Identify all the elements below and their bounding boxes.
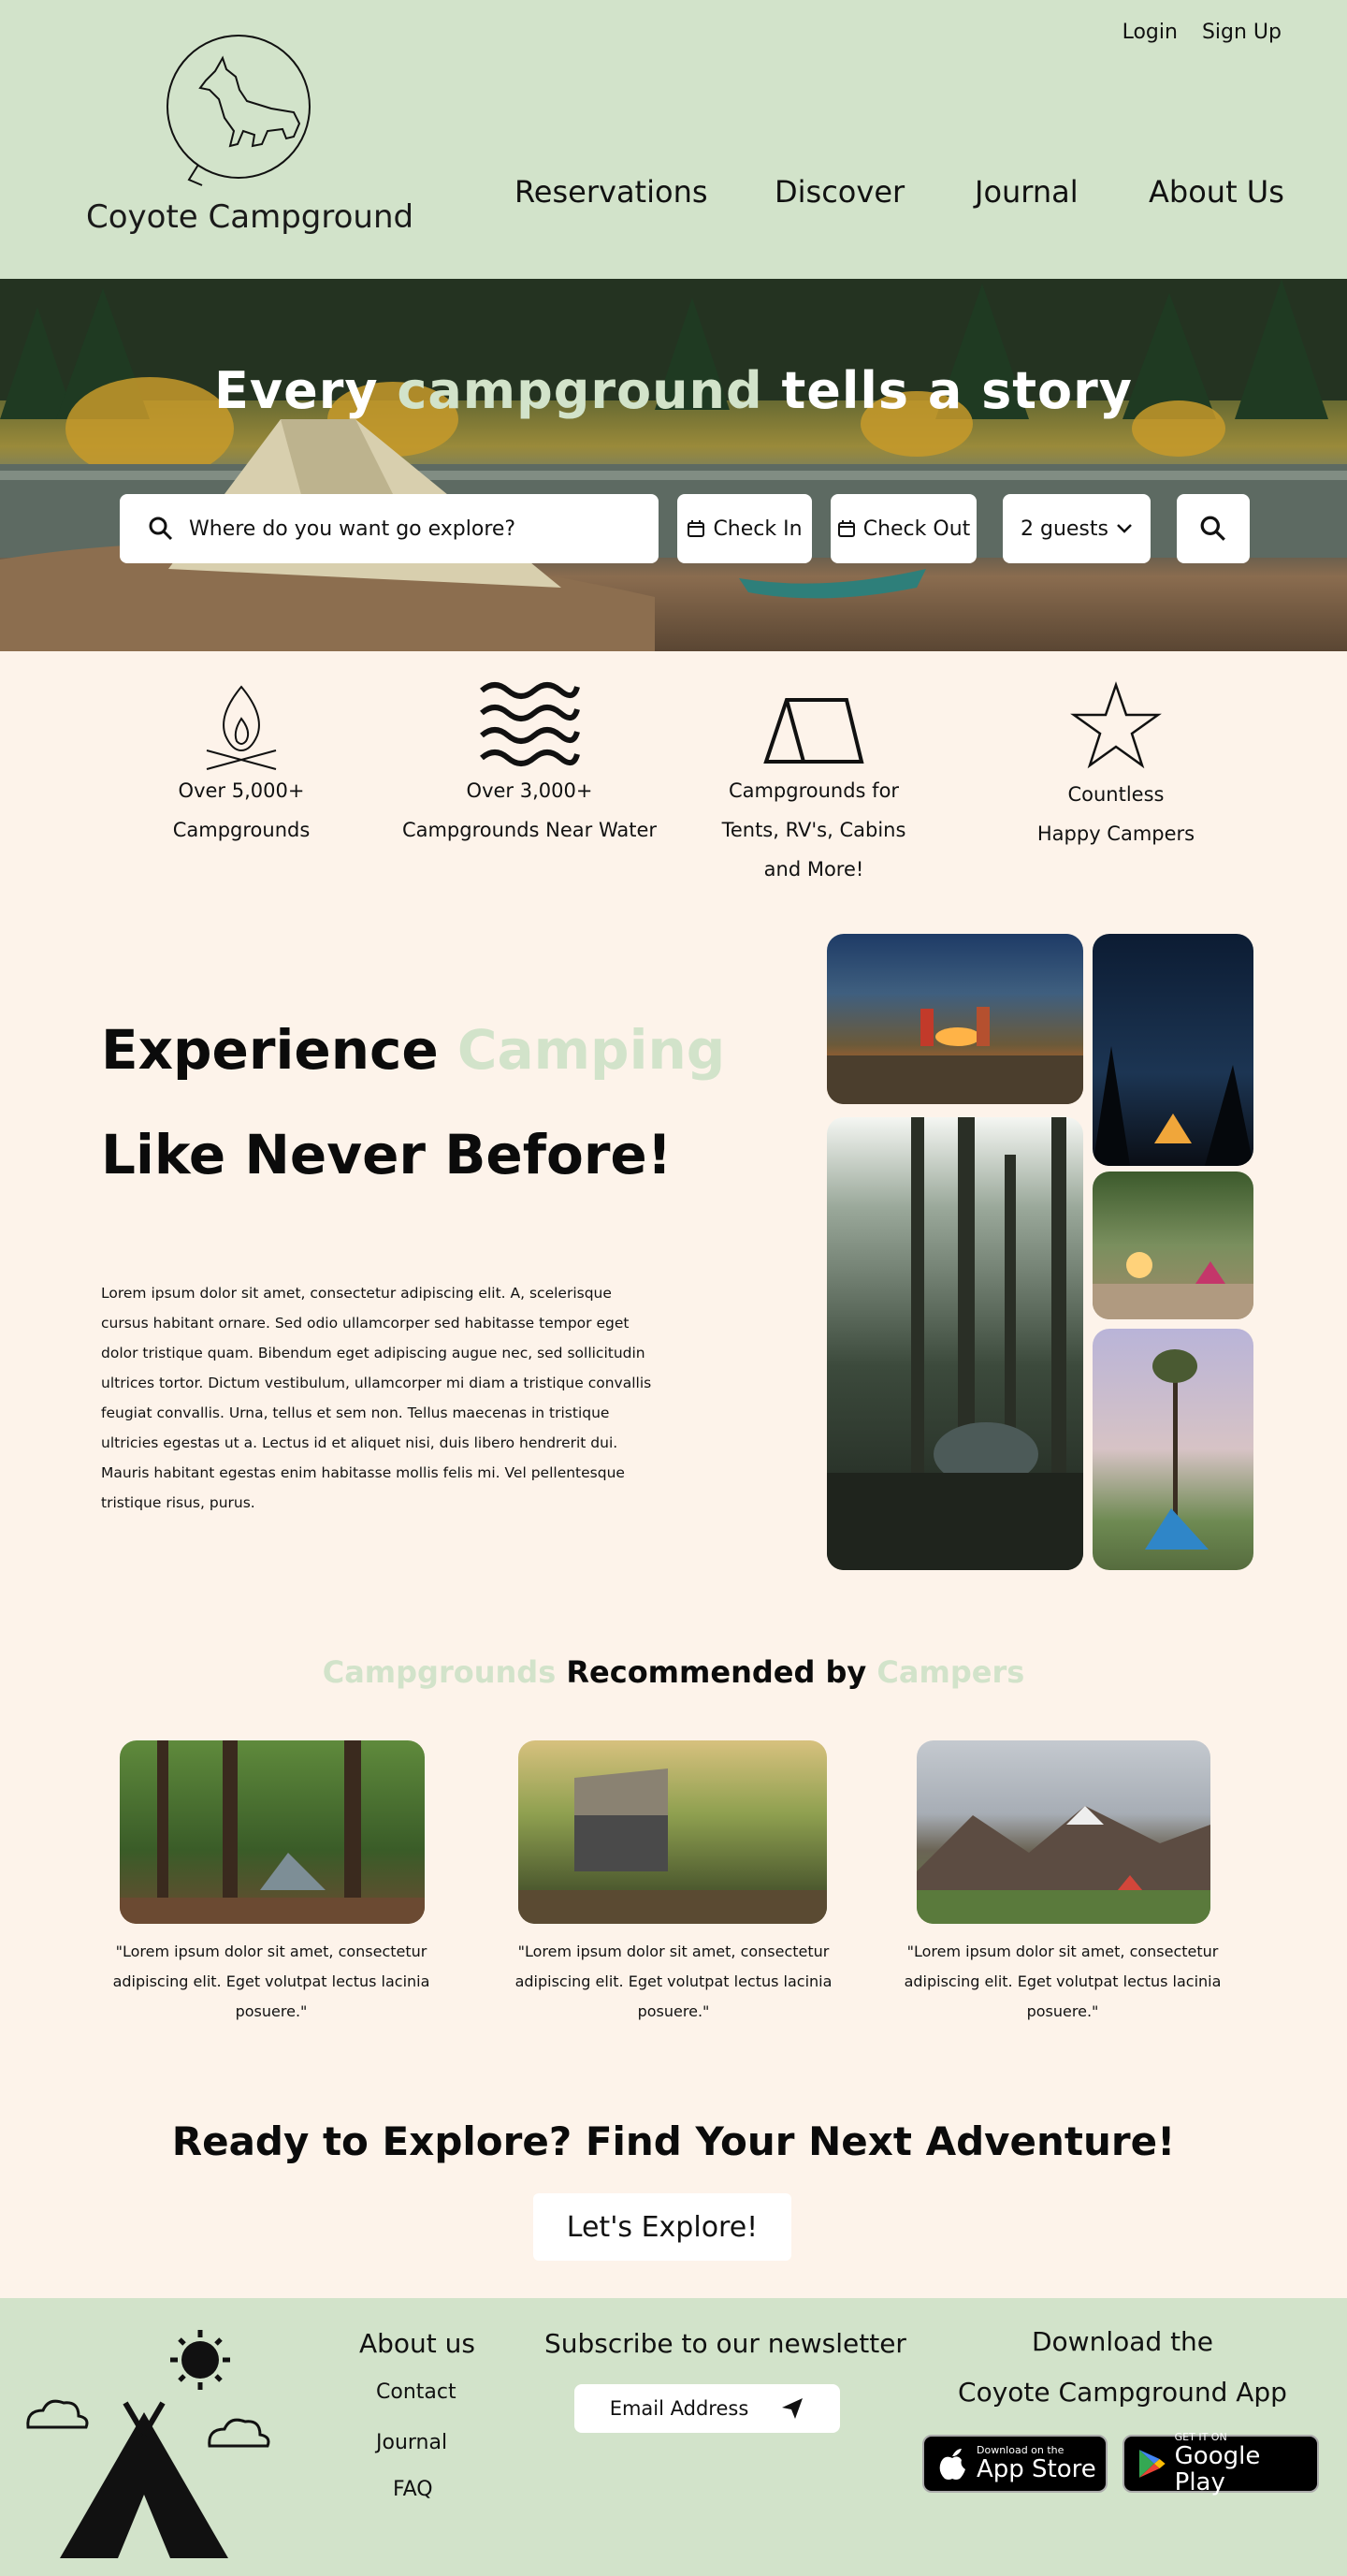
feature-campgrounds: Over 5,000+ Campgrounds bbox=[150, 677, 333, 850]
footer-link-faq[interactable]: FAQ bbox=[393, 2478, 433, 2501]
nav-reservations[interactable]: Reservations bbox=[514, 174, 708, 210]
feature-happy-campers: Countless Happy Campers bbox=[1020, 681, 1212, 853]
feature-line1: Over 3,000+ bbox=[466, 779, 593, 802]
google-play-button[interactable]: GET IT ON Google Play bbox=[1122, 2432, 1319, 2496]
experience-title-accent: Camping bbox=[456, 1018, 726, 1082]
star-icon bbox=[1070, 681, 1162, 769]
recommended-quote: "Lorem ipsum dolor sit amet, consectetur… bbox=[112, 1943, 430, 2020]
hero-title-part1: Every bbox=[214, 361, 398, 420]
feature-line2: Campgrounds Near Water bbox=[401, 819, 658, 841]
feature-line2: Campgrounds bbox=[172, 819, 311, 841]
check-out-label: Check Out bbox=[862, 517, 971, 541]
search-icon bbox=[1200, 516, 1225, 541]
email-placeholder: Email Address bbox=[609, 2397, 749, 2420]
guests-label: 2 guests bbox=[1021, 517, 1108, 541]
check-in-label: Check In bbox=[713, 517, 803, 541]
google-play-icon bbox=[1138, 2450, 1166, 2478]
gallery-photo-campfire bbox=[827, 934, 1083, 1104]
calendar-icon bbox=[837, 520, 855, 537]
recommended-photo-mountains[interactable] bbox=[917, 1740, 1210, 1924]
feature-line2: Tents, RV's, Cabins bbox=[721, 819, 906, 841]
nav-discover[interactable]: Discover bbox=[775, 174, 905, 210]
footer-about-heading: About us bbox=[359, 2328, 476, 2359]
brand-name[interactable]: Coyote Campground bbox=[86, 198, 413, 236]
recommended-photo-rooftop-tent[interactable] bbox=[518, 1740, 827, 1924]
google-play-text: GET IT ON Google Play bbox=[1175, 2432, 1317, 2496]
gallery-photo-night-tent bbox=[1093, 934, 1253, 1166]
feature-line2: Happy Campers bbox=[1036, 822, 1195, 845]
hero-title-accent: campground bbox=[397, 361, 763, 420]
experience-subtitle: Like Never Before! bbox=[101, 1123, 673, 1186]
check-out-button[interactable]: Check Out bbox=[831, 494, 977, 563]
send-icon[interactable] bbox=[780, 2396, 804, 2421]
recommended-title-mid: Recommended by bbox=[556, 1654, 877, 1690]
nav-about-us[interactable]: About Us bbox=[1149, 174, 1284, 210]
check-in-button[interactable]: Check In bbox=[677, 494, 812, 563]
download-line1: Download the bbox=[1031, 2326, 1214, 2357]
experience-title: Experience Camping bbox=[101, 1018, 725, 1082]
cta-title: Ready to Explore? Find Your Next Adventu… bbox=[171, 2118, 1176, 2164]
signup-link[interactable]: Sign Up bbox=[1202, 21, 1282, 44]
recommended-title-accent2: Campers bbox=[876, 1654, 1025, 1690]
apple-icon bbox=[939, 2449, 965, 2480]
footer-link-contact[interactable]: Contact bbox=[376, 2380, 456, 2404]
app-store-button[interactable]: Download on the App Store bbox=[922, 2435, 1108, 2493]
search-icon bbox=[149, 517, 173, 541]
chevron-down-icon bbox=[1117, 524, 1132, 533]
email-field[interactable]: Email Address bbox=[574, 2384, 840, 2433]
guests-dropdown[interactable]: 2 guests bbox=[1003, 494, 1151, 563]
hero-title-part2: tells a story bbox=[762, 361, 1133, 420]
app-store-text: Download on the App Store bbox=[977, 2445, 1096, 2483]
auth-links: Login Sign Up bbox=[1122, 21, 1282, 44]
tent-icon bbox=[763, 698, 864, 764]
google-play-big: Google Play bbox=[1174, 2442, 1261, 2496]
search-input[interactable]: Where do you want go explore? bbox=[120, 494, 659, 563]
experience-title-part1: Experience bbox=[101, 1018, 457, 1082]
site-header: Login Sign Up Coyote Campground Reservat… bbox=[0, 0, 1347, 279]
hero-banner: Every campground tells a story bbox=[0, 279, 1347, 651]
lets-explore-button[interactable]: Let's Explore! bbox=[533, 2193, 791, 2261]
camping-scene-icon bbox=[26, 2330, 270, 2558]
feature-line1: Campgrounds for bbox=[728, 779, 900, 802]
feature-line1: Over 5,000+ bbox=[178, 779, 305, 802]
recommended-quote: "Lorem ipsum dolor sit amet, consectetur… bbox=[514, 1943, 833, 2020]
coyote-logo-icon[interactable] bbox=[161, 34, 316, 187]
calendar-icon bbox=[688, 520, 705, 537]
site-footer: About us Contact Journal FAQ Subscribe t… bbox=[0, 2298, 1347, 2576]
recommended-quote: "Lorem ipsum dolor sit amet, consectetur… bbox=[904, 1943, 1222, 2020]
download-line2: Coyote Campground App bbox=[958, 2377, 1287, 2408]
login-link[interactable]: Login bbox=[1122, 21, 1178, 44]
recommended-title-accent1: Campgrounds bbox=[322, 1654, 557, 1690]
water-waves-icon bbox=[480, 682, 580, 766]
feature-water: Over 3,000+ Campgrounds Near Water bbox=[398, 677, 660, 850]
hero-photo bbox=[0, 279, 1347, 651]
feature-site-types: Campgrounds for Tents, RV's, Cabins and … bbox=[711, 677, 917, 889]
gallery-photo-sunset-tents bbox=[1093, 1172, 1253, 1319]
hero-title: Every campground tells a story bbox=[0, 361, 1347, 420]
search-placeholder: Where do you want go explore? bbox=[189, 517, 516, 541]
footer-link-journal[interactable]: Journal bbox=[376, 2431, 447, 2454]
search-button[interactable] bbox=[1177, 494, 1250, 563]
newsletter-heading: Subscribe to our newsletter bbox=[544, 2328, 906, 2359]
experience-body: Lorem ipsum dolor sit amet, consectetur … bbox=[101, 1285, 652, 1511]
campfire-icon bbox=[206, 685, 277, 770]
recommended-photo-forest[interactable] bbox=[120, 1740, 425, 1924]
gallery-photo-forest bbox=[827, 1117, 1083, 1570]
gallery-photo-blue-tent bbox=[1093, 1329, 1253, 1570]
recommended-title: Campgrounds Recommended by Campers bbox=[0, 1654, 1347, 1690]
app-store-big: App Store bbox=[977, 2455, 1096, 2483]
feature-line3: and More! bbox=[763, 858, 864, 880]
download-heading: Download the Coyote Campground App bbox=[935, 2317, 1310, 2418]
feature-line1: Countless bbox=[1067, 783, 1165, 806]
nav-journal[interactable]: Journal bbox=[975, 174, 1079, 210]
